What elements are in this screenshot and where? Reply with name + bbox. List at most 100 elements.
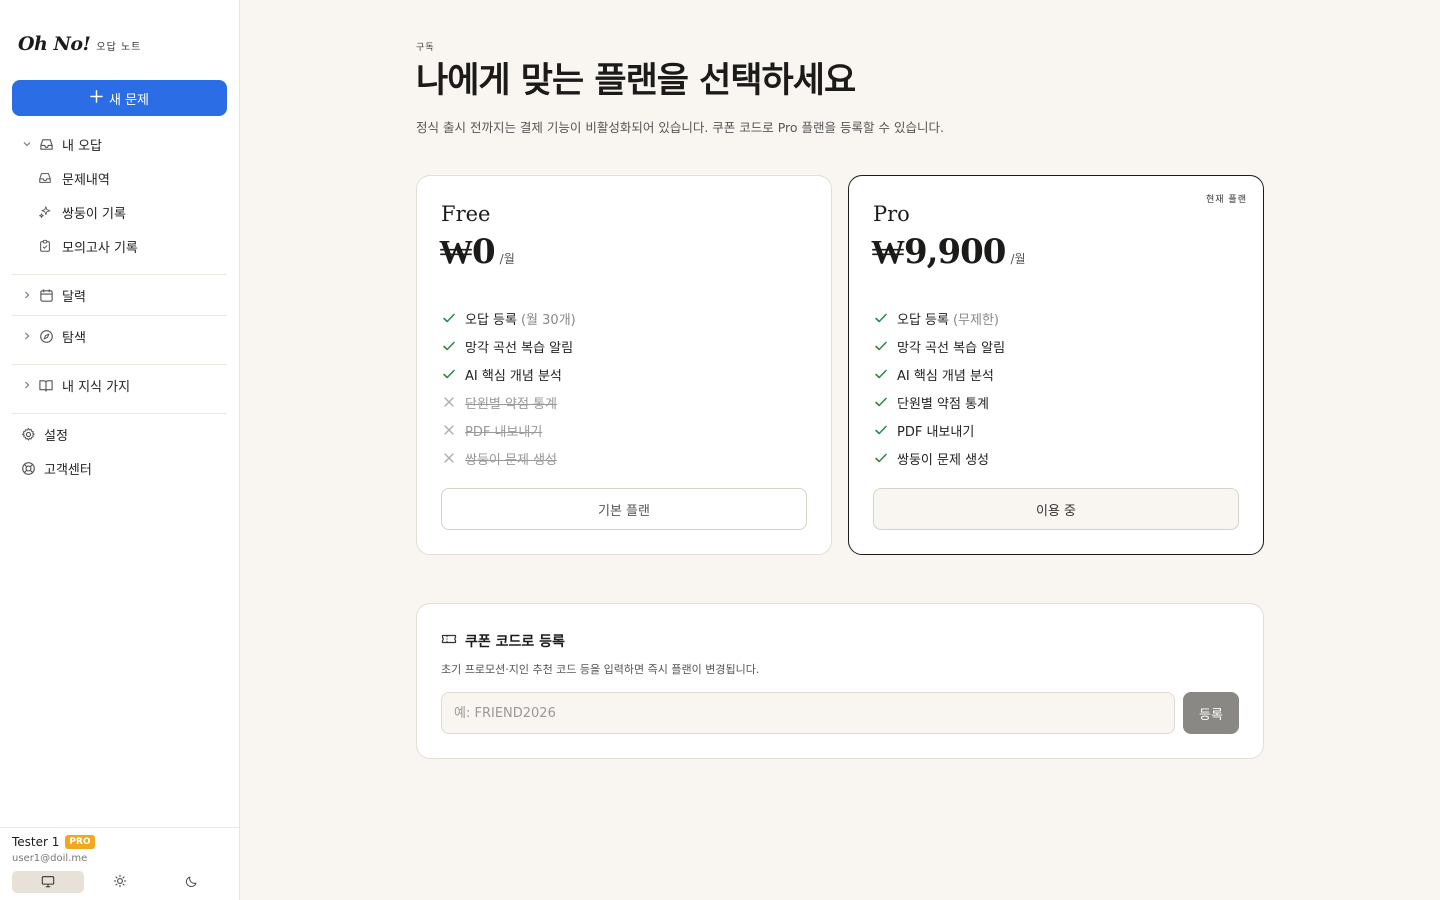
feature-text: 망각 곡선 복습 알림 — [465, 340, 574, 356]
chevron-right-icon — [20, 288, 34, 302]
plan-name: Pro — [873, 202, 910, 226]
check-icon — [441, 367, 457, 381]
ticket-icon — [441, 632, 457, 650]
feature-item: AI 핵심 개념 분석 — [873, 360, 1005, 388]
sidebar-item-support[interactable]: 고객센터 — [20, 454, 227, 482]
feature-text: AI 핵심 개념 분석 — [897, 368, 994, 384]
pro-badge: PRO — [65, 835, 95, 849]
chevron-down-icon — [20, 137, 34, 151]
feature-item: 오답 등록 (월 30개) — [441, 304, 576, 332]
lifebuoy-icon — [20, 460, 36, 476]
price-amount: ₩0 — [439, 232, 496, 272]
sidebar-item-label: 설정 — [44, 428, 68, 444]
x-icon — [441, 452, 457, 464]
feature-note: (무제한) — [952, 312, 1000, 328]
feature-text: 망각 곡선 복습 알림 — [897, 340, 1006, 356]
sidebar-divider — [12, 274, 227, 275]
feature-text: 단원별 약점 통계 — [897, 396, 989, 412]
basic-plan-button[interactable]: 기본 플랜 — [441, 488, 807, 530]
coupon-title: 쿠폰 코드로 등록 — [465, 634, 565, 650]
register-coupon-button[interactable]: 등록 — [1183, 692, 1239, 734]
check-icon — [873, 423, 889, 437]
plan-name: Free — [441, 202, 491, 226]
sidebar-item-label: 모의고사 기록 — [62, 240, 138, 256]
feature-item: 오답 등록 (무제한) — [873, 304, 1005, 332]
current-plan-tag: 현재 플랜 — [1206, 195, 1247, 205]
x-icon — [441, 396, 457, 408]
theme-system-button[interactable] — [12, 871, 84, 893]
feature-item: 쌍둥이 문제 생성 — [873, 444, 1005, 472]
chevron-right-icon — [20, 329, 34, 343]
sidebar-item-explore[interactable]: 탐색 — [12, 322, 227, 350]
inbox-icon — [38, 136, 54, 152]
sidebar-item-calendar[interactable]: 달력 — [12, 281, 227, 309]
check-icon — [873, 451, 889, 465]
sidebar-item-label: 고객센터 — [44, 462, 92, 478]
calendar-icon — [38, 287, 54, 303]
feature-text: 오답 등록 — [465, 312, 517, 328]
feature-list: 오답 등록 (월 30개) 망각 곡선 복습 알림 AI 핵심 개념 분석단원별 약점… — [441, 304, 576, 472]
feature-item: AI 핵심 개념 분석 — [441, 360, 576, 388]
plan-price: ₩9,900 /월 — [871, 232, 1026, 272]
check-icon — [873, 395, 889, 409]
price-amount: ₩9,900 — [871, 232, 1006, 272]
sidebar-item-settings[interactable]: 설정 — [20, 420, 227, 448]
sidebar-item-label: 탐색 — [62, 330, 86, 346]
moon-icon — [185, 873, 198, 892]
new-problem-button[interactable]: 새 문제 — [12, 80, 227, 116]
feature-text: AI 핵심 개념 분석 — [465, 368, 562, 384]
in-use-button[interactable]: 이용 중 — [873, 488, 1239, 530]
sidebar-item-label: 문제내역 — [62, 172, 110, 188]
plan-card-pro: 현재 플랜 Pro ₩9,900 /월 오답 등록 (무제한) 망각 곡선 복습 알… — [848, 175, 1264, 555]
brand-subtitle: 오답 노트 — [96, 42, 142, 53]
feature-list: 오답 등록 (무제한) 망각 곡선 복습 알림 AI 핵심 개념 분석단원별 약점 통… — [873, 304, 1005, 472]
theme-switcher — [12, 871, 227, 893]
coupon-description: 초기 프로모션·지인 추천 코드 등을 입력하면 즉시 플랜이 변경됩니다. — [441, 663, 760, 676]
inbox-icon — [38, 171, 52, 185]
check-icon — [873, 311, 889, 325]
book-open-icon — [38, 377, 54, 393]
sidebar-item-label: 내 오답 — [62, 138, 103, 154]
feature-item: PDF 내보내기 — [873, 416, 1005, 444]
price-unit: /월 — [499, 252, 515, 266]
feature-item: 쌍둥이 문제 생성 — [441, 444, 576, 472]
plus-icon — [90, 89, 103, 107]
x-icon — [441, 424, 457, 436]
feature-text: PDF 내보내기 — [465, 424, 543, 440]
coupon-code-input[interactable] — [441, 692, 1175, 734]
feature-text: 단원별 약점 통계 — [465, 396, 557, 412]
new-problem-label: 새 문제 — [108, 92, 149, 108]
feature-item: 단원별 약점 통계 — [873, 388, 1005, 416]
sidebar-item-mock-exam-records[interactable]: 모의고사 기록 — [38, 232, 227, 260]
sidebar-item-knowledge-branch[interactable]: 내 지식 가지 — [12, 371, 227, 399]
feature-item: 망각 곡선 복습 알림 — [873, 332, 1005, 360]
sidebar-divider — [12, 413, 227, 414]
theme-dark-button[interactable] — [155, 871, 227, 893]
sidebar-item-problem-history[interactable]: 문제내역 — [38, 164, 227, 192]
gear-icon — [20, 426, 36, 442]
sidebar-item-label: 쌍둥이 기록 — [62, 206, 126, 222]
user-name: Tester 1 — [12, 835, 60, 849]
page-subtitle: 정식 출시 전까지는 결제 기능이 비활성화되어 있습니다. 쿠폰 코드로 Pr… — [416, 120, 944, 135]
check-icon — [873, 339, 889, 353]
sparkles-icon — [38, 205, 52, 219]
theme-light-button[interactable] — [84, 871, 156, 893]
feature-text: 쌍둥이 문제 생성 — [465, 452, 557, 468]
coupon-header: 쿠폰 코드로 등록 — [441, 631, 565, 651]
feature-item: 망각 곡선 복습 알림 — [441, 332, 576, 360]
brand-logo[interactable]: Oh No! 오답 노트 — [18, 33, 141, 55]
sidebar-item-my-wrong[interactable]: 내 오답 — [12, 130, 227, 158]
sidebar-item-twin-records[interactable]: 쌍둥이 기록 — [38, 198, 227, 226]
feature-note: (월 30개) — [520, 312, 576, 328]
sidebar-divider — [12, 364, 227, 365]
feature-item: PDF 내보내기 — [441, 416, 576, 444]
monitor-icon — [41, 873, 55, 892]
feature-text: PDF 내보내기 — [897, 424, 975, 440]
sun-icon — [113, 873, 127, 892]
user-name-row[interactable]: Tester 1 PRO — [12, 835, 95, 849]
plan-price: ₩0 /월 — [439, 232, 515, 272]
sidebar-item-label: 달력 — [62, 289, 86, 305]
compass-icon — [38, 328, 54, 344]
check-icon — [873, 367, 889, 381]
feature-item: 단원별 약점 통계 — [441, 388, 576, 416]
